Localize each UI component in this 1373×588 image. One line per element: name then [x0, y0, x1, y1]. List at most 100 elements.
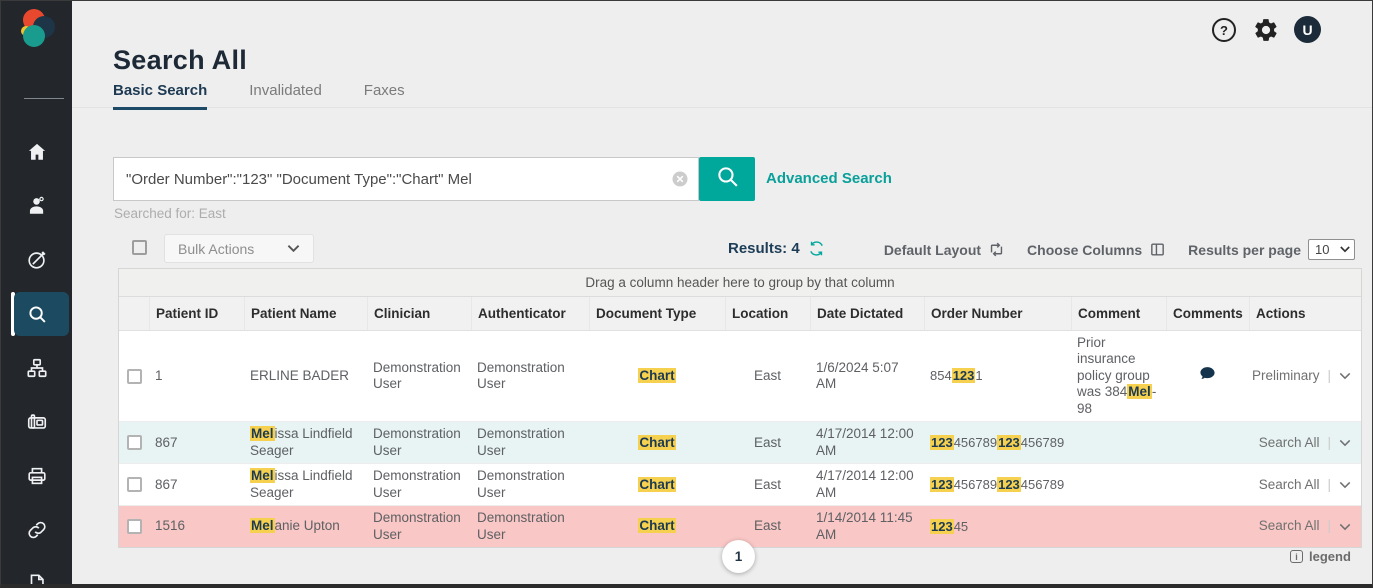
cell-comments: [1166, 361, 1249, 390]
column-header-document-type[interactable]: Document Type: [589, 297, 725, 330]
cell-comment: [1071, 523, 1166, 531]
cell-order-number: 123456789123456789: [924, 473, 1071, 497]
choose-columns-button[interactable]: Choose Columns: [1027, 242, 1142, 258]
row-checkbox[interactable]: [127, 519, 142, 534]
row-checkbox[interactable]: [127, 435, 142, 450]
row-action-link[interactable]: Search All: [1259, 435, 1320, 451]
column-header-clinician[interactable]: Clinician: [367, 297, 471, 330]
clinician-icon: [26, 195, 48, 217]
search-term-highlight: 123: [930, 519, 954, 534]
pagination-page-1[interactable]: 1: [722, 540, 755, 573]
sitemap-icon: [26, 357, 48, 379]
cell-patient-id: 1: [149, 364, 244, 388]
sidebar-item-home[interactable]: [1, 125, 72, 179]
page-size-value: 10: [1315, 242, 1329, 257]
printer-icon: [26, 465, 48, 487]
gear-icon[interactable]: [1253, 17, 1279, 43]
cell-patient-name: Melissa Lindfield Seager: [244, 464, 367, 505]
info-icon: i: [1290, 550, 1303, 563]
link-icon: [26, 519, 48, 541]
sidebar-item-fax[interactable]: [1, 395, 72, 449]
cell-date-dictated: 4/17/2014 12:00 AM: [810, 464, 924, 505]
chevron-down-icon: [287, 244, 300, 253]
row-action-link[interactable]: Search All: [1259, 477, 1320, 493]
reset-layout-icon[interactable]: [988, 241, 1005, 258]
column-header-location[interactable]: Location: [725, 297, 810, 330]
cell-authenticator: Demonstration User: [471, 464, 589, 505]
search-term-highlight: Chart: [638, 477, 675, 492]
comment-bubble-icon[interactable]: [1199, 365, 1216, 386]
tab-bar: Basic Search Invalidated Faxes: [113, 82, 405, 110]
table-header-row: Patient IDPatient NameClinicianAuthentic…: [119, 297, 1361, 331]
cell-order-number: 123456789123456789: [924, 431, 1071, 455]
cell-actions: Search All|: [1249, 514, 1363, 538]
cell-actions: Search All |: [1249, 473, 1363, 497]
search-term-highlight: Mel: [250, 518, 275, 533]
sidebar-item-printer[interactable]: [1, 449, 72, 503]
legend-button[interactable]: i legend: [1290, 549, 1351, 564]
search-term-highlight: 123: [930, 477, 954, 492]
select-all-checkbox[interactable]: [132, 240, 147, 255]
cell-authenticator: Demonstration User: [471, 422, 589, 463]
cell-document-type: Chart: [589, 514, 725, 538]
cell-date-dictated: 4/17/2014 12:00 AM: [810, 422, 924, 463]
row-action-link[interactable]: Search All: [1259, 518, 1320, 534]
column-header-order-number[interactable]: Order Number: [924, 297, 1071, 330]
cell-authenticator: Demonstration User: [471, 506, 589, 547]
cell-location: East: [725, 431, 810, 455]
column-header-actions[interactable]: Actions: [1249, 297, 1363, 330]
searched-for-text: Searched for: East: [114, 206, 226, 221]
cell-clinician: Demonstration User: [367, 356, 471, 397]
sidebar-item-sitemap[interactable]: [1, 341, 72, 395]
refresh-icon[interactable]: [808, 240, 825, 257]
columns-icon[interactable]: [1149, 241, 1166, 258]
tab-invalidated[interactable]: Invalidated: [249, 82, 322, 110]
cell-document-type: Chart: [589, 431, 725, 455]
advanced-search-link[interactable]: Advanced Search: [766, 170, 892, 187]
app-window: ? U Search All Basic Search Invalidated …: [0, 0, 1373, 588]
search-input[interactable]: [113, 157, 699, 201]
action-separator: |: [1327, 477, 1331, 493]
row-actions-chevron-icon[interactable]: [1339, 523, 1351, 531]
row-actions-chevron-icon[interactable]: [1339, 439, 1351, 447]
search-term-highlight: 123: [930, 435, 954, 450]
cell-authenticator: Demonstration User: [471, 356, 589, 397]
cell-comments: [1166, 523, 1249, 531]
row-checkbox[interactable]: [127, 369, 142, 384]
sidebar-item-link[interactable]: [1, 503, 72, 557]
cell-patient-name: Melanie Upton: [244, 514, 367, 538]
sidebar-item-search[interactable]: [1, 287, 72, 341]
column-header-comment[interactable]: Comment: [1071, 297, 1166, 330]
tab-faxes[interactable]: Faxes: [364, 82, 405, 110]
column-header-patient-name[interactable]: Patient Name: [244, 297, 367, 330]
column-header-patient-id[interactable]: Patient ID: [149, 297, 244, 330]
home-icon: [26, 141, 48, 163]
cell-date-dictated: 1/14/2014 11:45 AM: [810, 506, 924, 547]
search-button[interactable]: [699, 157, 755, 201]
table-row: 867Melissa Lindfield SeagerDemonstration…: [119, 464, 1361, 506]
column-header-checkbox: [119, 297, 149, 330]
svg-text:?: ?: [1220, 23, 1228, 38]
column-header-comments[interactable]: Comments: [1166, 297, 1249, 330]
app-logo-icon[interactable]: [14, 6, 60, 52]
clear-search-icon[interactable]: [672, 171, 688, 187]
column-header-authenticator[interactable]: Authenticator: [471, 297, 589, 330]
row-actions-chevron-icon[interactable]: [1339, 481, 1351, 489]
row-actions-chevron-icon[interactable]: [1339, 372, 1351, 380]
page-size-select[interactable]: 10: [1308, 239, 1355, 260]
column-header-date-dictated[interactable]: Date Dictated: [810, 297, 924, 330]
sidebar-item-dashboard[interactable]: [1, 233, 72, 287]
cell-comment: Prior insurance policy group was 384Mel-…: [1071, 331, 1166, 421]
sidebar-item-document[interactable]: [1, 557, 72, 588]
tab-basic-search[interactable]: Basic Search: [113, 82, 207, 110]
row-checkbox[interactable]: [127, 477, 142, 492]
default-layout-button[interactable]: Default Layout: [884, 242, 981, 258]
help-icon[interactable]: ?: [1211, 17, 1237, 43]
sidebar-item-clinician[interactable]: [1, 179, 72, 233]
row-action-link[interactable]: Preliminary: [1252, 368, 1320, 384]
search-term-highlight: Chart: [638, 518, 675, 533]
search-term-highlight: 123: [997, 477, 1021, 492]
bulk-actions-dropdown[interactable]: Bulk Actions: [164, 234, 314, 263]
user-avatar[interactable]: U: [1294, 16, 1321, 43]
group-by-drop-zone[interactable]: Drag a column header here to group by th…: [119, 269, 1361, 297]
